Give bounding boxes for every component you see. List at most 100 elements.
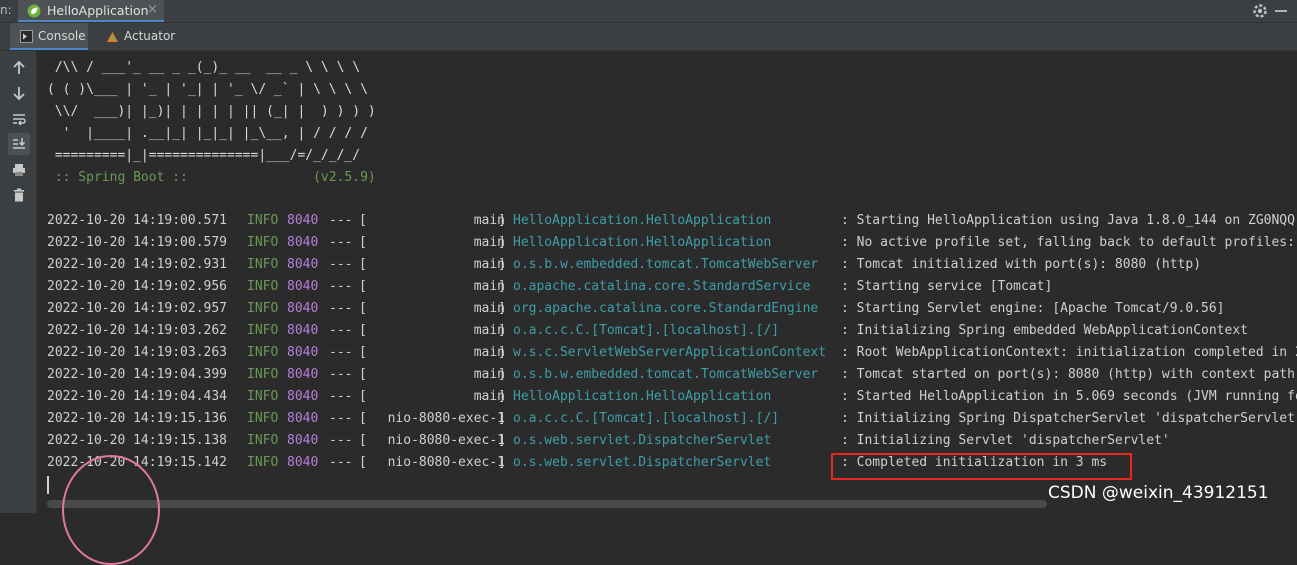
log-separator: --- — [329, 257, 353, 272]
spring-boot-version-line: :: Spring Boot :: (v2.5.9) — [47, 170, 376, 185]
log-pid: 8040 — [287, 433, 319, 448]
log-level: INFO — [247, 213, 279, 228]
log-pid: 8040 — [287, 455, 319, 470]
log-message: : Initializing Servlet 'dispatcherServle… — [841, 433, 1170, 448]
arrow-up-icon[interactable] — [8, 57, 30, 79]
log-timestamp: 2022-10-20 14:19:15.136 — [47, 411, 228, 426]
log-pid: 8040 — [287, 213, 319, 228]
log-message: : Initializing Spring DispatcherServlet … — [841, 411, 1295, 426]
log-separator: --- — [329, 389, 353, 404]
horizontal-scrollbar[interactable] — [47, 500, 1047, 508]
log-separator: --- — [329, 323, 353, 338]
log-bracket-close: ] — [498, 411, 506, 426]
log-timestamp: 2022-10-20 14:19:02.956 — [47, 279, 228, 294]
log-bracket-close: ] — [498, 257, 506, 272]
log-level: INFO — [247, 389, 279, 404]
log-level: INFO — [247, 455, 279, 470]
run-label: n: — [0, 3, 12, 17]
tab-console-label: Console — [38, 29, 86, 43]
log-logger: o.s.b.w.embedded.tomcat.TomcatWebServer — [513, 367, 819, 382]
log-thread: main — [473, 301, 505, 316]
log-separator: --- — [329, 235, 353, 250]
log-separator: --- — [329, 455, 353, 470]
log-pid: 8040 — [287, 367, 319, 382]
log-bracket-close: ] — [498, 455, 506, 470]
arrow-down-icon[interactable] — [8, 82, 30, 104]
log-timestamp: 2022-10-20 14:19:02.957 — [47, 301, 228, 316]
scroll-to-end-icon[interactable] — [8, 133, 30, 155]
log-thread: main — [473, 213, 505, 228]
log-pid: 8040 — [287, 257, 319, 272]
log-bracket-close: ] — [498, 301, 506, 316]
banner-line: \\/ ___)| |_)| | | | | || (_| | ) ) ) ) — [47, 104, 376, 119]
log-level: INFO — [247, 433, 279, 448]
log-timestamp: 2022-10-20 14:19:02.931 — [47, 257, 228, 272]
log-message: : Started HelloApplication in 5.069 seco… — [841, 389, 1297, 404]
log-message: : Starting HelloApplication using Java 1… — [841, 213, 1295, 228]
console-left-toolbar — [0, 51, 37, 513]
log-bracket-close: ] — [498, 433, 506, 448]
banner-line: ' |____| .__|_| |_|_| |_\__, | / / / / — [47, 126, 368, 141]
log-message: : Tomcat initialized with port(s): 8080 … — [841, 257, 1202, 272]
console-tabs-bar: Console Actuator — [0, 23, 1297, 51]
log-level: INFO — [247, 279, 279, 294]
tab-console[interactable]: Console — [10, 23, 88, 50]
tab-actuator[interactable]: Actuator — [96, 23, 178, 50]
log-thread: main — [473, 323, 505, 338]
log-bracket-close: ] — [498, 345, 506, 360]
banner-line: /\\ / ___'_ __ _ _(_)_ __ __ _ \ \ \ \ — [47, 60, 361, 75]
log-separator: --- — [329, 411, 353, 426]
trash-icon[interactable] — [8, 184, 30, 206]
log-timestamp: 2022-10-20 14:19:04.399 — [47, 367, 228, 382]
banner-line: ( ( )\___ | '_ | '_| | '_ \/ _` | \ \ \ … — [47, 82, 368, 97]
log-pid: 8040 — [287, 235, 319, 250]
console-output[interactable]: /\\ / ___'_ __ _ _(_)_ __ __ _ \ \ \ \ (… — [37, 51, 1297, 513]
console-icon — [20, 30, 33, 43]
log-thread: nio-8080-exec-1 — [387, 455, 505, 470]
log-message: : Starting Servlet engine: [Apache Tomca… — [841, 301, 1225, 316]
log-timestamp: 2022-10-20 14:19:03.262 — [47, 323, 228, 338]
highlight-box — [831, 453, 1132, 480]
log-pid: 8040 — [287, 301, 319, 316]
log-logger: org.apache.catalina.core.StandardEngine — [513, 301, 819, 316]
log-logger: o.a.c.c.C.[Tomcat].[localhost].[/] — [513, 411, 780, 426]
log-level: INFO — [247, 257, 279, 272]
log-timestamp: 2022-10-20 14:19:04.434 — [47, 389, 228, 404]
soft-wrap-icon[interactable] — [8, 108, 30, 130]
log-bracket-close: ] — [498, 323, 506, 338]
log-bracket-close: ] — [498, 279, 506, 294]
log-message: : No active profile set, falling back to… — [841, 235, 1295, 250]
log-bracket-close: ] — [498, 389, 506, 404]
log-thread: main — [473, 257, 505, 272]
log-logger: o.s.web.servlet.DispatcherServlet — [513, 455, 772, 470]
log-level: INFO — [247, 235, 279, 250]
log-pid: 8040 — [287, 411, 319, 426]
log-thread: main — [473, 345, 505, 360]
annotation-circle — [62, 455, 160, 565]
log-level: INFO — [247, 345, 279, 360]
log-pid: 8040 — [287, 323, 319, 338]
log-logger: HelloApplication.HelloApplication — [513, 389, 772, 404]
minimize-icon[interactable] — [1275, 10, 1287, 12]
run-tab-helloapplication[interactable]: HelloApplication × — [18, 0, 164, 22]
log-thread: main — [473, 279, 505, 294]
log-bracket-close: ] — [498, 367, 506, 382]
log-message: : Starting service [Tomcat] — [841, 279, 1053, 294]
log-thread: nio-8080-exec-1 — [387, 411, 505, 426]
run-tab-title: HelloApplication — [47, 3, 149, 18]
print-icon[interactable] — [8, 159, 30, 181]
log-thread: nio-8080-exec-1 — [387, 433, 505, 448]
spring-leaf-icon — [27, 4, 41, 18]
log-separator: --- — [329, 213, 353, 228]
log-separator: --- — [329, 279, 353, 294]
gear-icon[interactable] — [1251, 2, 1269, 20]
run-toolwindow-header: n: HelloApplication × — [0, 0, 1297, 23]
log-logger: o.s.web.servlet.DispatcherServlet — [513, 433, 772, 448]
log-bracket-close: ] — [498, 235, 506, 250]
close-icon[interactable]: × — [147, 2, 158, 17]
log-logger: HelloApplication.HelloApplication — [513, 235, 772, 250]
log-logger: w.s.c.ServletWebServerApplicationContext — [513, 345, 827, 360]
log-pid: 8040 — [287, 389, 319, 404]
log-timestamp: 2022-10-20 14:19:15.138 — [47, 433, 228, 448]
log-timestamp: 2022-10-20 14:19:00.571 — [47, 213, 228, 228]
